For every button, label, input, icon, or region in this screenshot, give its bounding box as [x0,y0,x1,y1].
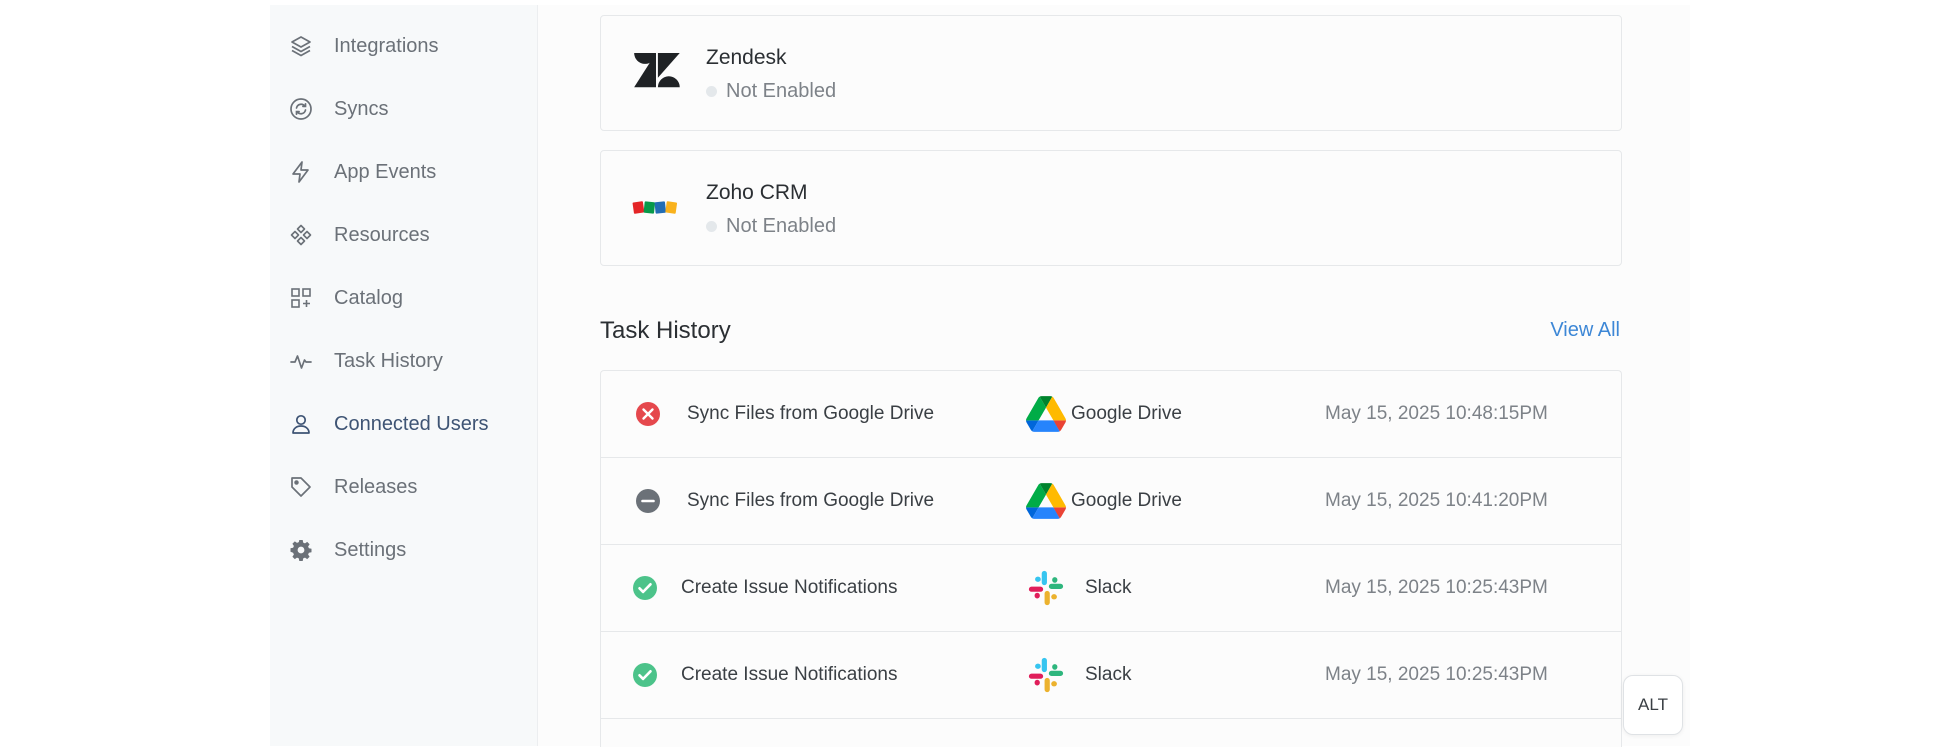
google-drive-icon [1026,481,1066,521]
task-timestamp: May 15, 2025 10:25:43PM [1325,664,1548,685]
sidebar-item-task-history[interactable]: Task History [288,341,528,381]
task-history-table: Sync Files from Google Drive Google Driv… [600,370,1622,747]
error-status-icon [634,400,662,428]
app-window: Integrations Syncs App Events Resources … [270,5,1690,747]
sidebar-item-resources[interactable]: Resources [288,215,528,255]
user-icon [288,411,314,437]
status-text: Not Enabled [726,215,837,237]
task-name: Create Issue Notifications [681,577,898,598]
sidebar-item-label: Task History [334,349,443,372]
status-dot [706,86,717,97]
resources-icon [288,222,314,248]
sidebar-item-label: Settings [334,538,407,561]
lightning-icon [288,159,314,185]
task-timestamp: May 15, 2025 10:25:43PM [1325,577,1548,598]
app-name: Google Drive [1071,490,1182,511]
status-dot [706,221,717,232]
zoho-logo [631,187,681,227]
layers-icon [288,33,314,59]
sidebar-item-syncs[interactable]: Syncs [288,89,528,129]
canceled-status-icon [634,487,662,515]
task-name: Sync Files from Google Drive [687,403,935,424]
integration-card-zendesk[interactable]: Zendesk Not Enabled [600,15,1622,131]
integration-status: Not Enabled [706,215,836,238]
app-name: Slack [1085,664,1132,685]
sidebar-item-integrations[interactable]: Integrations [288,26,528,66]
table-row[interactable]: Create Issue Notifications Slack May 15, [601,545,1621,632]
main-content: Zendesk Not Enabled Zoho CRM Not Enabled [600,5,1622,747]
activity-icon [288,348,314,374]
sidebar-item-releases[interactable]: Releases [288,467,528,507]
app-name: Slack [1085,577,1132,598]
gear-icon [288,537,314,563]
sidebar-item-connected-users[interactable]: Connected Users [288,404,528,444]
alt-button[interactable]: ALT [1623,675,1683,735]
table-row[interactable]: Sync Files from Google Drive Google Driv… [601,458,1621,545]
task-name: Sync Files from Google Drive [687,490,935,511]
sidebar-item-label: Releases [334,475,418,498]
tag-icon [288,474,314,500]
task-timestamp: May 15, 2025 10:48:15PM [1325,403,1548,424]
task-timestamp: May 15, 2025 10:41:20PM [1325,490,1548,511]
catalog-icon [288,285,314,311]
view-all-link[interactable]: View All [1550,319,1620,342]
sidebar-item-label: Connected Users [334,412,489,435]
sidebar-item-label: Catalog [334,286,403,309]
integration-status: Not Enabled [706,80,836,103]
table-row[interactable]: Create Issue Notifications Slack May 15, [601,632,1621,719]
sidebar: Integrations Syncs App Events Resources … [270,5,538,746]
sidebar-item-label: App Events [334,160,437,183]
slack-icon [1026,655,1066,695]
sidebar-item-label: Syncs [334,97,389,120]
sync-icon [288,96,314,122]
slack-icon [1026,568,1066,608]
sidebar-item-settings[interactable]: Settings [288,530,528,570]
sidebar-item-catalog[interactable]: Catalog [288,278,528,318]
sidebar-item-label: Resources [334,223,430,246]
section-title: Task History [600,317,731,344]
app-name: Google Drive [1071,403,1182,424]
status-text: Not Enabled [726,80,837,102]
table-row[interactable]: Sync Files from Google Drive Google Driv… [601,371,1621,458]
integration-name: Zoho CRM [706,181,808,204]
google-drive-icon [1026,394,1066,434]
sidebar-item-app-events[interactable]: App Events [288,152,528,192]
success-status-icon [631,574,659,602]
task-name: Create Issue Notifications [681,664,898,685]
integration-name: Zendesk [706,46,787,69]
success-status-icon [631,661,659,689]
zendesk-logo [631,52,681,92]
integration-card-zoho-crm[interactable]: Zoho CRM Not Enabled [600,150,1622,266]
sidebar-item-label: Integrations [334,34,439,57]
